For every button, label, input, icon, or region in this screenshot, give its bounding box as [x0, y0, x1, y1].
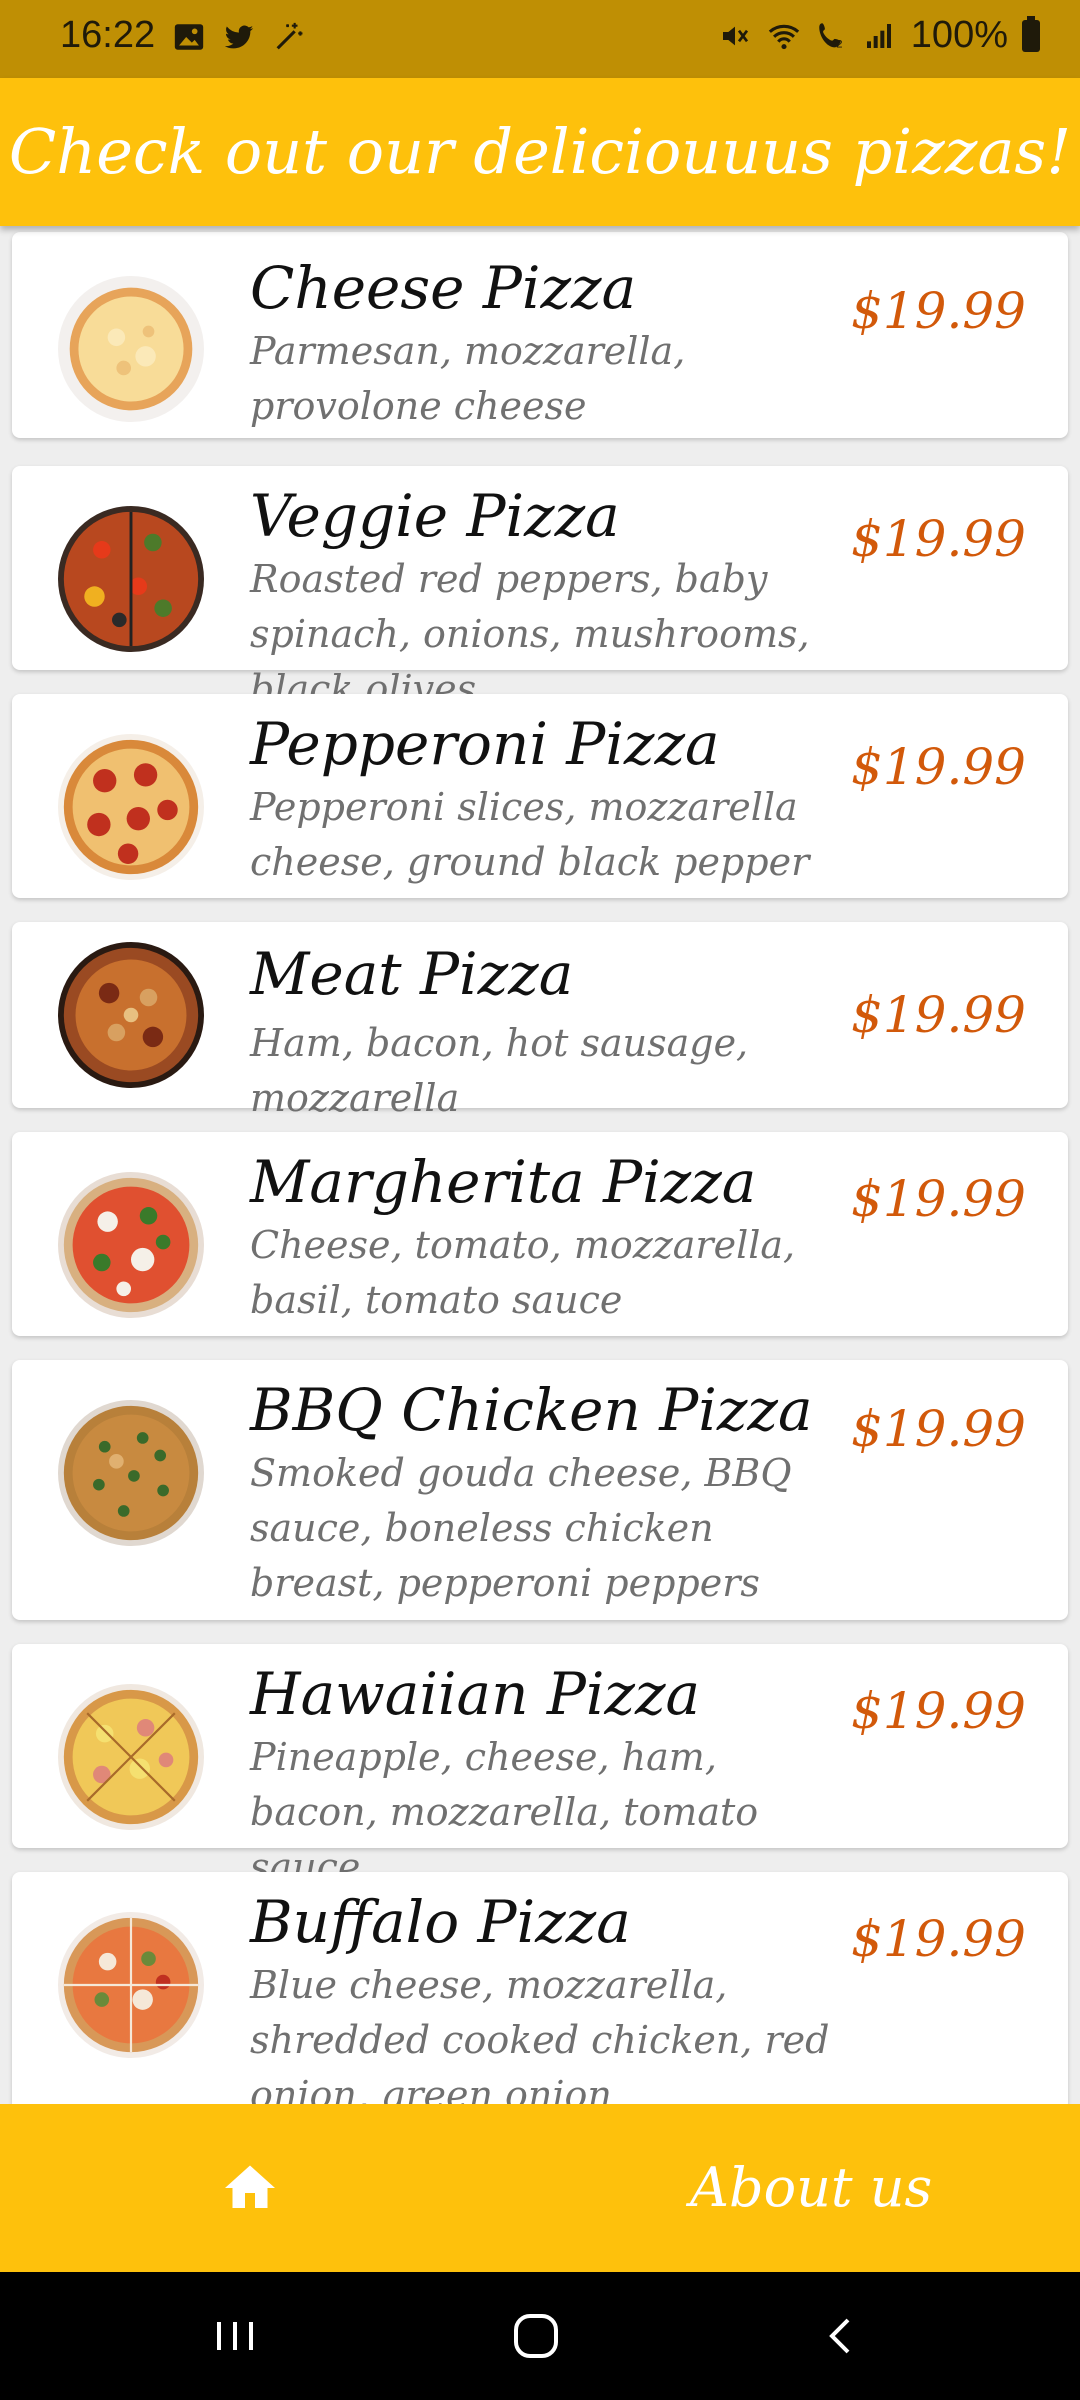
magic-wand-icon [272, 20, 306, 54]
pizza-description: Blue cheese, mozzarella, shredded cooked… [250, 1963, 830, 2104]
pizza-card-buffalo[interactable]: Buffalo Pizza Blue cheese, mozzarella, s… [12, 1872, 1068, 2104]
pizza-card-veggie[interactable]: Veggie Pizza Roasted red peppers, baby s… [12, 466, 1068, 711]
pizza-name: Veggie Pizza [250, 482, 620, 550]
pizza-description: Parmesan, mozzarella, provolone cheese [250, 329, 686, 428]
pizza-card-bbq-chicken[interactable]: BBQ Chicken Pizza Smoked gouda cheese, B… [12, 1360, 1068, 1620]
pizza-price: $19.99 [851, 738, 1026, 796]
home-icon[interactable] [220, 2158, 280, 2218]
pizza-card-hawaiian[interactable]: Hawaiian Pizza Pineapple, cheese, ham, b… [12, 1644, 1068, 1889]
page-title: Check out our deliciouuus pizzas! [8, 115, 1072, 188]
wifi-calling-icon: 2 [815, 19, 849, 53]
pizza-price: $19.99 [851, 1682, 1026, 1740]
pizza-description: Pepperoni slices, mozzarella cheese, gro… [250, 785, 810, 884]
pizza-image [58, 1172, 204, 1318]
status-time: 16:22 [60, 14, 156, 56]
pizza-price: $19.99 [851, 1910, 1026, 1968]
pizza-name: BBQ Chicken Pizza [250, 1376, 813, 1444]
pizza-image [58, 506, 204, 652]
pizza-price: $19.99 [851, 1170, 1026, 1228]
pizza-price: $19.99 [851, 282, 1026, 340]
pizza-name: Pepperoni Pizza [250, 710, 720, 778]
system-nav-bar [0, 2272, 1080, 2400]
recents-icon[interactable] [205, 2306, 265, 2366]
pizza-image [58, 276, 204, 422]
pizza-card-pepperoni[interactable]: Pepperoni Pizza Pepperoni slices, mozzar… [12, 694, 1068, 898]
pizza-card-margherita[interactable]: Margherita Pizza Cheese, tomato, mozzare… [12, 1132, 1068, 1336]
pizza-name: Hawaiian Pizza [250, 1660, 701, 1728]
wifi-icon [767, 19, 801, 53]
pizza-name: Meat Pizza [250, 940, 574, 1008]
app-bar: Check out our deliciouuus pizzas! [0, 78, 1080, 226]
pizza-description: Pineapple, cheese, ham, bacon, mozzarell… [250, 1735, 759, 1889]
battery-icon [1022, 15, 1040, 52]
pizza-image [58, 1684, 204, 1830]
pizza-description: Ham, bacon, hot sausage, mozzarella [250, 1021, 749, 1120]
battery-percent: 100% [910, 14, 1008, 56]
bottom-nav: About us [0, 2104, 1080, 2272]
twitter-icon [222, 20, 256, 54]
svg-text:2: 2 [836, 38, 842, 50]
pizza-description: Smoked gouda cheese, BBQ sauce, boneless… [250, 1451, 792, 1605]
pizza-card-cheese[interactable]: Cheese Pizza Parmesan, mozzarella, provo… [12, 232, 1068, 438]
pizza-name: Margherita Pizza [250, 1148, 757, 1216]
pizza-name: Cheese Pizza [250, 254, 637, 322]
pizza-image [58, 1912, 204, 2058]
pizza-description: Roasted red peppers, baby spinach, onion… [250, 557, 810, 711]
about-us-button[interactable]: About us [690, 2104, 932, 2272]
pizza-description: Cheese, tomato, mozzarella, basil, tomat… [250, 1223, 796, 1322]
pizza-image [58, 734, 204, 880]
home-circle-icon[interactable] [506, 2306, 566, 2366]
pizza-name: Buffalo Pizza [250, 1888, 631, 1956]
signal-icon [863, 19, 897, 53]
pizza-price: $19.99 [851, 986, 1026, 1044]
pizza-list[interactable]: Cheese Pizza Parmesan, mozzarella, provo… [0, 226, 1080, 2104]
pizza-image [58, 942, 204, 1088]
pizza-image [58, 1400, 204, 1546]
status-bar: 16:22 2 100% [0, 0, 1080, 78]
pizza-price: $19.99 [851, 510, 1026, 568]
pizza-card-meat[interactable]: Meat Pizza Ham, bacon, hot sausage, mozz… [12, 922, 1068, 1120]
pizza-price: $19.99 [851, 1400, 1026, 1458]
gallery-icon [172, 20, 206, 54]
mute-icon [719, 19, 753, 53]
back-icon[interactable] [810, 2306, 870, 2366]
